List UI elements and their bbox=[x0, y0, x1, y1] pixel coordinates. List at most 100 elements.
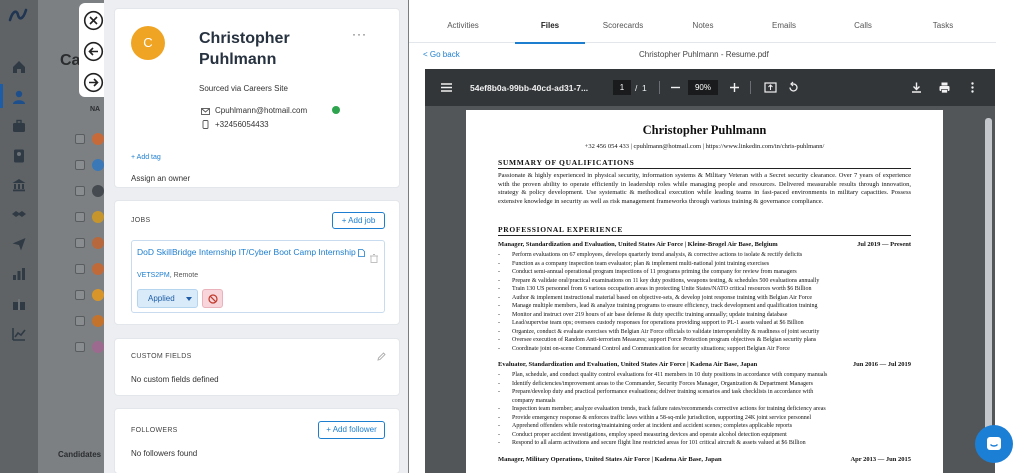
print-icon[interactable] bbox=[938, 81, 951, 94]
chat-launcher-button[interactable] bbox=[975, 425, 1013, 463]
zoom-level-input[interactable]: 90% bbox=[688, 80, 718, 95]
tab-emails[interactable]: Emails bbox=[754, 21, 814, 30]
user-icon[interactable] bbox=[11, 89, 27, 105]
jobs-card: JOBS + Add job DoD SkillBridge Internshi… bbox=[114, 200, 400, 325]
resume-bullet: Conduct proper accident investigations, … bbox=[512, 431, 787, 438]
add-tag-link[interactable]: + Add tag bbox=[131, 154, 161, 161]
bullet-marker: - bbox=[498, 440, 500, 446]
background-row-avatar bbox=[92, 263, 104, 275]
assign-owner-link[interactable]: Assign an owner bbox=[131, 174, 190, 183]
background-row-checkbox bbox=[75, 186, 85, 196]
candidate-tabs: Activities Files Scorecards Notes Emails… bbox=[409, 13, 996, 44]
tab-tasks[interactable]: Tasks bbox=[913, 21, 973, 30]
resume-bullet: Oversee execution of Random Anti-terrori… bbox=[512, 337, 817, 343]
tab-notes[interactable]: Notes bbox=[673, 21, 733, 30]
background-row-checkbox bbox=[75, 134, 85, 144]
phone-icon bbox=[201, 120, 210, 129]
bullet-marker: - bbox=[498, 423, 500, 429]
zoom-out-icon[interactable] bbox=[669, 81, 682, 94]
disqualify-button[interactable] bbox=[202, 289, 223, 308]
resume-page: Christopher Puhlmann +32 456 054 433 | c… bbox=[466, 110, 943, 473]
bullet-marker: - bbox=[498, 311, 500, 318]
background-row-checkbox bbox=[75, 316, 85, 326]
bullet-marker: - bbox=[498, 380, 500, 387]
active-tab-indicator bbox=[515, 42, 585, 44]
resume-bullet: company manuals bbox=[512, 397, 556, 404]
close-icon[interactable] bbox=[83, 10, 104, 31]
home-icon[interactable] bbox=[11, 59, 27, 75]
background-row-checkbox bbox=[75, 342, 85, 352]
section-divider bbox=[498, 235, 911, 236]
menu-icon[interactable] bbox=[440, 81, 453, 94]
add-job-button[interactable]: + Add job bbox=[332, 212, 385, 229]
bullet-marker: - bbox=[498, 372, 500, 378]
add-follower-button[interactable]: + Add follower bbox=[318, 421, 385, 439]
chat-icon bbox=[986, 436, 1002, 452]
background-row-checkbox bbox=[75, 212, 85, 222]
background-page-title: Ca bbox=[60, 52, 81, 69]
resume-bullet: Lead/supervise team ops; oversees custod… bbox=[512, 320, 804, 326]
bar-chart-icon[interactable] bbox=[11, 266, 27, 282]
custom-fields-card: CUSTOM FIELDS No custom fields defined bbox=[114, 338, 400, 396]
right-scrollbar-thumb[interactable] bbox=[985, 118, 992, 448]
bank-icon[interactable] bbox=[11, 177, 27, 193]
background-row-avatar bbox=[92, 289, 104, 301]
background-footer-label: Candidates bbox=[58, 450, 102, 459]
background-row-avatar bbox=[92, 159, 104, 171]
file-name: Christopher Puhlmann - Resume.pdf bbox=[639, 50, 769, 59]
handshake-icon[interactable] bbox=[11, 206, 27, 222]
resume-bullet: Train 130 US personnel from 6 various oc… bbox=[512, 286, 812, 292]
rotate-icon[interactable] bbox=[787, 81, 800, 94]
app-sidebar bbox=[0, 0, 38, 473]
id-card-icon[interactable] bbox=[11, 148, 27, 164]
candidate-source: Sourced via Careers Site bbox=[199, 84, 288, 93]
resume-job-title: Manager, Standardization and Evaluation,… bbox=[498, 241, 911, 248]
more-options-button[interactable]: ··· bbox=[352, 27, 367, 41]
zoom-in-icon[interactable] bbox=[728, 81, 741, 94]
tab-scorecards[interactable]: Scorecards bbox=[593, 21, 653, 30]
job-code[interactable]: VETS2PM bbox=[137, 272, 170, 279]
more-options-icon[interactable] bbox=[966, 81, 979, 94]
app-logo-icon[interactable] bbox=[7, 6, 29, 24]
resume-bullet: Conduct semi-annual operational program … bbox=[512, 269, 797, 275]
bullet-marker: - bbox=[498, 277, 500, 284]
gift-icon[interactable] bbox=[11, 296, 27, 312]
bullet-marker: - bbox=[498, 328, 500, 335]
fit-page-icon[interactable] bbox=[764, 81, 777, 94]
background-row-checkbox bbox=[75, 238, 85, 248]
resume-name: Christopher Puhlmann bbox=[642, 123, 767, 137]
toolbar-divider bbox=[659, 81, 660, 94]
tab-activities[interactable]: Activities bbox=[433, 21, 493, 30]
resume-bullet: Identify deficiencies/improvement areas … bbox=[512, 380, 813, 387]
application-status-label: Applied bbox=[148, 294, 175, 303]
download-icon[interactable] bbox=[910, 81, 923, 94]
resume-job-dates: Jun 2016 — Jul 2019 bbox=[852, 361, 911, 368]
candidate-phone[interactable]: +32456054433 bbox=[215, 120, 269, 129]
edit-icon[interactable] bbox=[377, 352, 386, 361]
background-row-avatar bbox=[92, 185, 104, 197]
files-panel: Activities Files Scorecards Notes Emails… bbox=[409, 0, 1024, 473]
application-status-dropdown[interactable]: Applied bbox=[137, 289, 198, 308]
resume-bullet: Provide emergency response & enforces tr… bbox=[512, 414, 812, 421]
resume-job-title: Evaluator, Standardization and Evaluatio… bbox=[498, 361, 911, 368]
background-row-checkbox bbox=[75, 160, 85, 170]
previous-candidate-icon[interactable] bbox=[83, 41, 104, 62]
next-candidate-icon[interactable] bbox=[83, 72, 104, 93]
page-number-input[interactable]: 1 bbox=[613, 80, 631, 95]
custom-fields-empty: No custom fields defined bbox=[131, 375, 219, 384]
pdf-document-id: 54ef8b0a-99bb-40cd-ad31-7... bbox=[470, 83, 589, 93]
tab-calls[interactable]: Calls bbox=[833, 21, 893, 30]
resume-job-dates: Apr 2013 — Jun 2015 bbox=[850, 455, 911, 463]
candidate-email[interactable]: Cpuhlmann@hotmail.com bbox=[215, 106, 307, 115]
background-row-avatar bbox=[92, 133, 104, 145]
analytics-icon[interactable] bbox=[11, 326, 27, 342]
briefcase-icon[interactable] bbox=[11, 118, 27, 134]
bullet-marker: - bbox=[498, 260, 500, 267]
send-icon[interactable] bbox=[11, 236, 27, 252]
go-back-link[interactable]: < Go back bbox=[423, 50, 460, 59]
tab-files[interactable]: Files bbox=[520, 21, 580, 30]
job-title-link[interactable]: DoD SkillBridge Internship IT/Cyber Boot… bbox=[137, 247, 369, 258]
archive-icon[interactable] bbox=[370, 254, 378, 263]
caret-down-icon bbox=[186, 297, 192, 301]
bullet-marker: - bbox=[498, 286, 500, 292]
